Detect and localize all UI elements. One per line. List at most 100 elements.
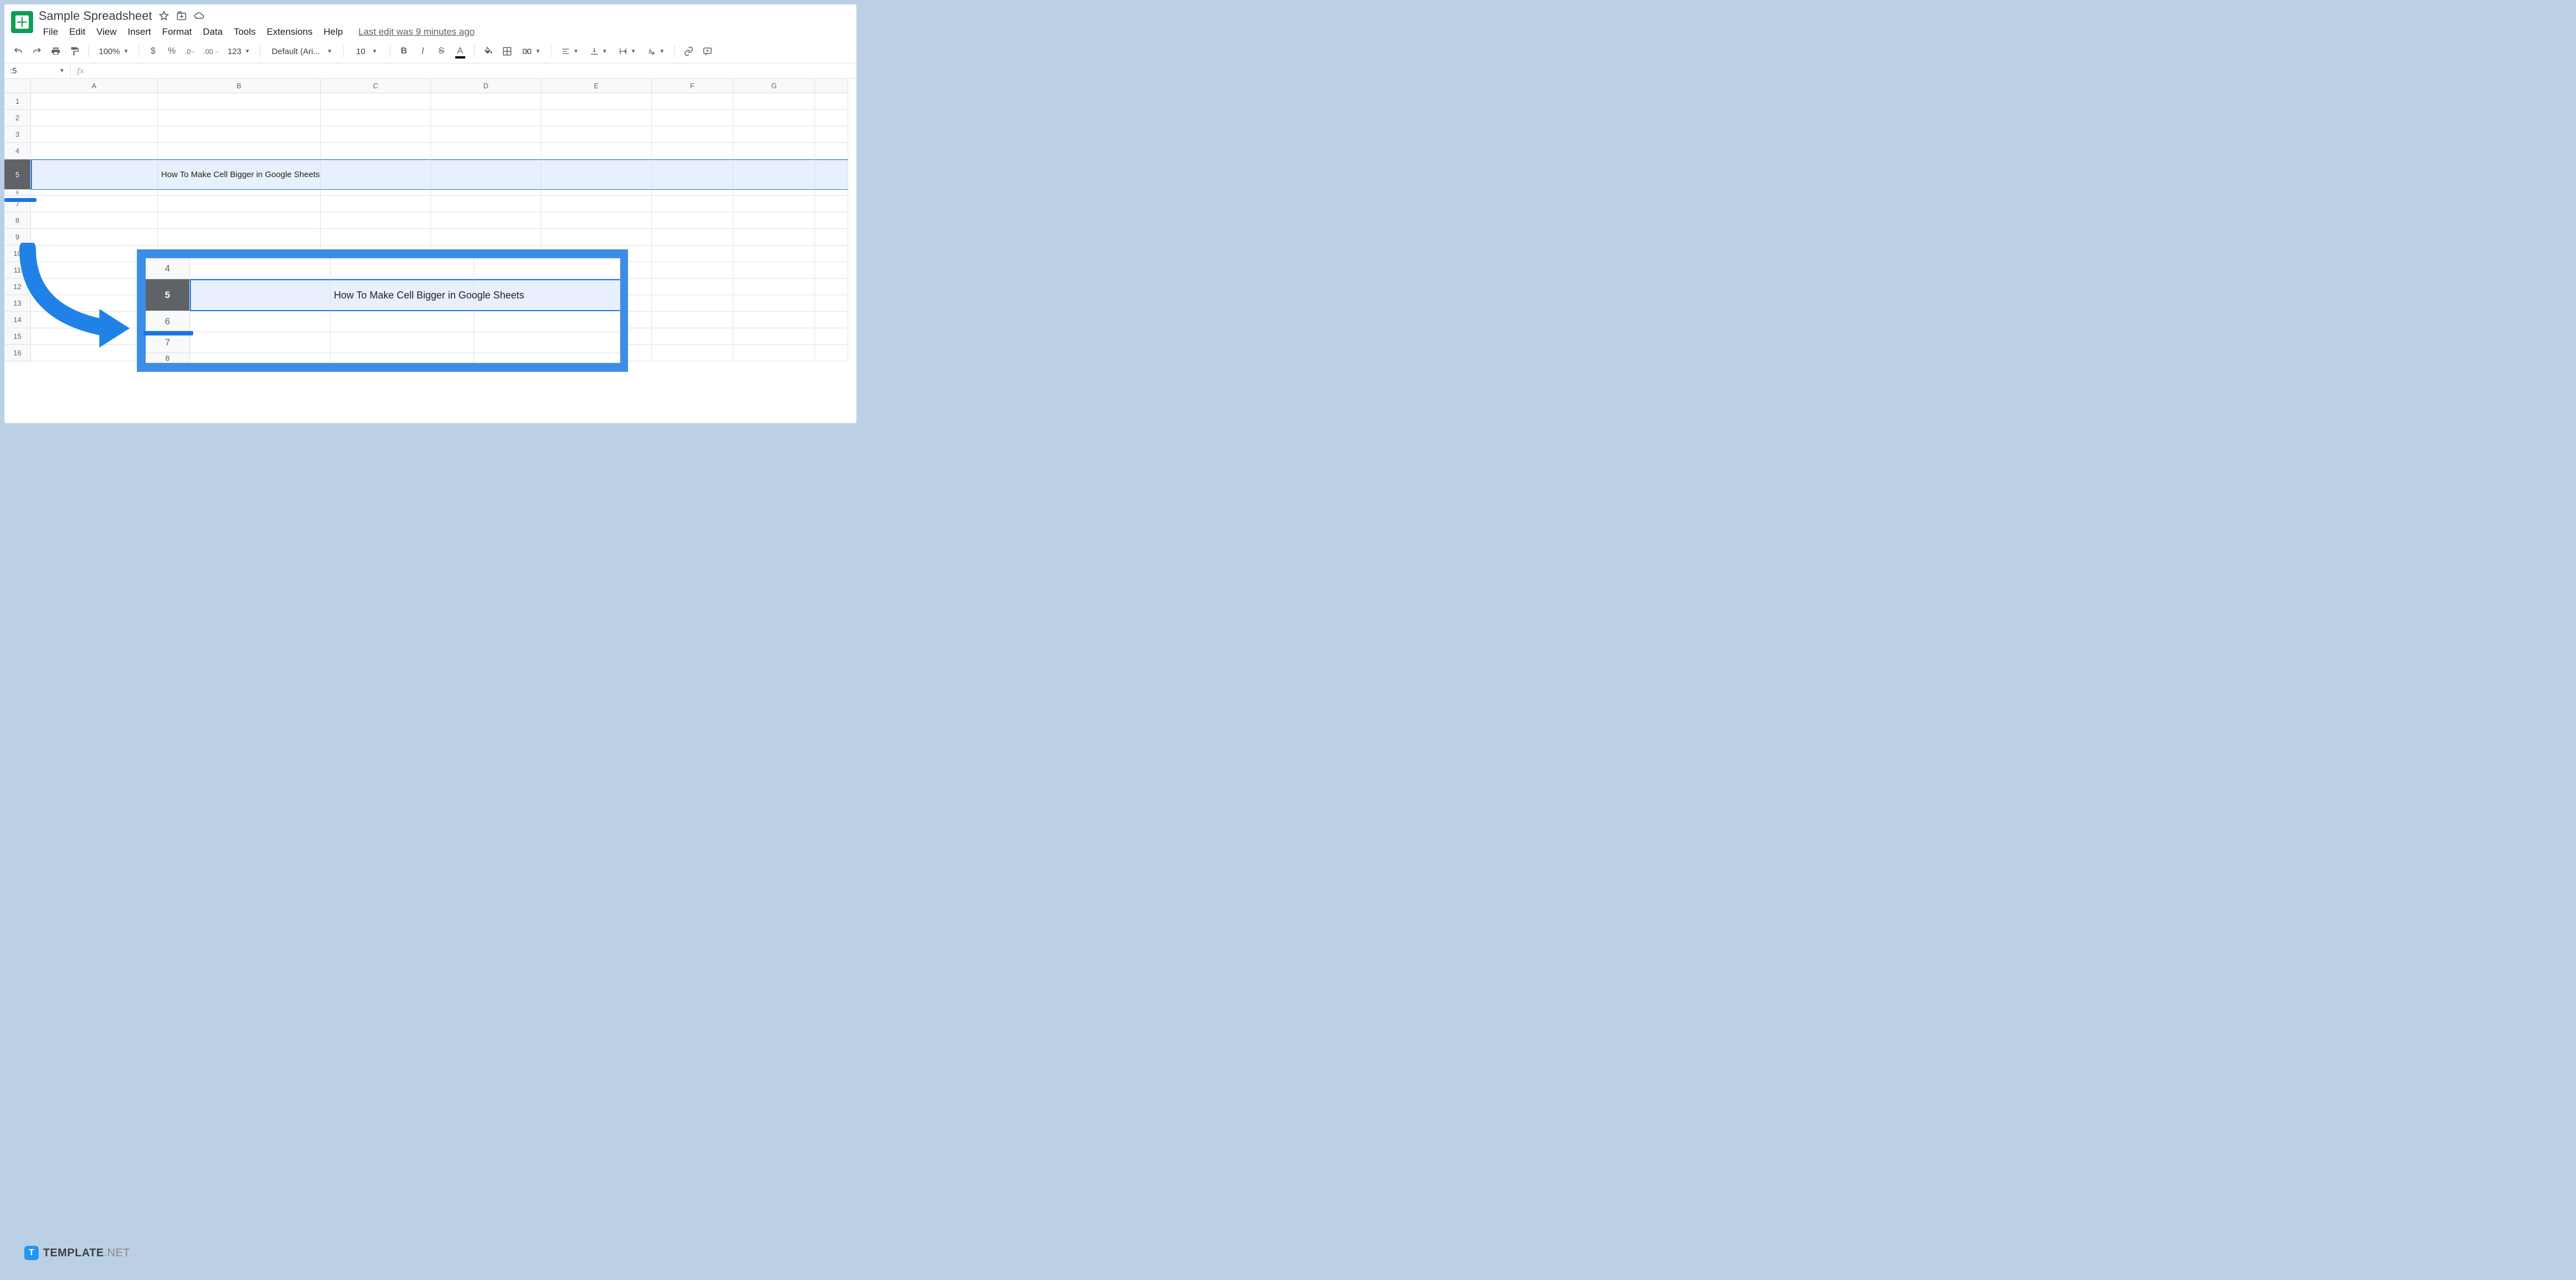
sheets-logo-icon[interactable] [11, 11, 33, 33]
text-color-icon[interactable]: A [452, 43, 469, 60]
menu-extensions[interactable]: Extensions [262, 24, 317, 40]
row-header-5[interactable]: 5 [4, 159, 31, 190]
col-header-g[interactable]: G [733, 79, 815, 93]
inset-row-6[interactable]: 6 [146, 311, 190, 332]
cell[interactable] [652, 159, 733, 190]
cell[interactable] [474, 332, 620, 353]
cell[interactable] [815, 159, 848, 190]
cell[interactable] [733, 279, 815, 295]
cell[interactable] [331, 311, 474, 332]
paint-format-icon[interactable] [66, 43, 83, 60]
menu-insert[interactable]: Insert [123, 24, 156, 40]
cell[interactable] [158, 143, 321, 159]
increase-decimal-icon[interactable]: .00→ [201, 43, 221, 60]
cell[interactable] [431, 212, 541, 229]
col-header-d[interactable]: D [431, 79, 541, 93]
cell[interactable] [541, 196, 652, 212]
text-rotation-select[interactable]: ▼ [643, 47, 669, 56]
currency-icon[interactable]: $ [145, 43, 161, 60]
inset-row-5[interactable]: 5 [146, 279, 190, 311]
cell[interactable] [321, 190, 431, 196]
col-header-b[interactable]: B [158, 79, 321, 93]
cell[interactable] [431, 190, 541, 196]
row-header-4[interactable]: 4 [4, 143, 31, 159]
cell[interactable] [815, 143, 848, 159]
cell[interactable] [652, 212, 733, 229]
font-select[interactable]: Default (Ari...▼ [266, 47, 338, 56]
cell[interactable] [652, 328, 733, 345]
row-header-1[interactable]: 1 [4, 93, 31, 110]
cell[interactable] [431, 159, 541, 190]
fill-color-icon[interactable] [480, 43, 497, 60]
cell[interactable] [733, 246, 815, 262]
cell[interactable] [31, 196, 158, 212]
cell[interactable] [431, 93, 541, 110]
cell[interactable] [733, 229, 815, 246]
cloud-icon[interactable] [194, 10, 205, 22]
cell[interactable] [541, 229, 652, 246]
menu-data[interactable]: Data [199, 24, 227, 40]
row-header-2[interactable]: 2 [4, 110, 31, 126]
cell[interactable] [652, 93, 733, 110]
cell[interactable] [815, 196, 848, 212]
cell[interactable] [331, 258, 474, 279]
strikethrough-icon[interactable]: S [433, 43, 450, 60]
col-header-h[interactable] [815, 79, 848, 93]
cell[interactable] [158, 190, 321, 196]
cell[interactable] [31, 212, 158, 229]
document-title[interactable]: Sample Spreadsheet [39, 9, 152, 23]
star-icon[interactable] [158, 10, 169, 22]
cell[interactable] [733, 212, 815, 229]
redo-icon[interactable] [29, 43, 45, 60]
menu-edit[interactable]: Edit [65, 24, 89, 40]
cell[interactable] [190, 311, 331, 332]
cell[interactable] [321, 229, 431, 246]
cell[interactable] [190, 279, 331, 311]
cell[interactable] [733, 110, 815, 126]
menu-file[interactable]: File [39, 24, 62, 40]
row-header-6[interactable]: 6 [4, 190, 31, 196]
cell[interactable] [190, 332, 331, 353]
cell[interactable] [321, 196, 431, 212]
cell[interactable] [652, 229, 733, 246]
menu-tools[interactable]: Tools [230, 24, 260, 40]
more-formats-select[interactable]: 123▼ [223, 47, 254, 56]
col-header-f[interactable]: F [652, 79, 733, 93]
row-header-8[interactable]: 8 [4, 212, 31, 229]
cell[interactable] [815, 126, 848, 143]
cell[interactable] [815, 229, 848, 246]
cell[interactable] [815, 262, 848, 279]
cell[interactable] [733, 126, 815, 143]
cell[interactable] [652, 246, 733, 262]
cell[interactable] [431, 229, 541, 246]
cell[interactable] [31, 143, 158, 159]
cell-a5[interactable] [31, 159, 158, 190]
name-box[interactable]: :5 ▼ [4, 63, 71, 78]
cell[interactable] [815, 190, 848, 196]
col-header-a[interactable]: A [31, 79, 158, 93]
cell[interactable] [474, 311, 620, 332]
cell[interactable] [733, 262, 815, 279]
cell[interactable] [158, 110, 321, 126]
text-wrap-select[interactable]: ▼ [614, 47, 641, 56]
cell[interactable] [158, 196, 321, 212]
print-icon[interactable] [47, 43, 64, 60]
cell[interactable] [321, 143, 431, 159]
col-header-e[interactable]: E [541, 79, 652, 93]
cell[interactable] [733, 312, 815, 328]
row-header-3[interactable]: 3 [4, 126, 31, 143]
cell[interactable] [541, 143, 652, 159]
cell[interactable] [652, 262, 733, 279]
cell[interactable] [733, 328, 815, 345]
cell[interactable] [331, 332, 474, 353]
cell[interactable] [733, 159, 815, 190]
cell[interactable] [733, 143, 815, 159]
cell[interactable] [652, 110, 733, 126]
italic-icon[interactable]: I [414, 43, 431, 60]
cell[interactable] [158, 93, 321, 110]
cell[interactable] [541, 126, 652, 143]
bold-icon[interactable]: B [396, 43, 412, 60]
cell[interactable] [652, 345, 733, 361]
cell[interactable] [652, 126, 733, 143]
vertical-align-select[interactable]: ▼ [586, 47, 612, 56]
